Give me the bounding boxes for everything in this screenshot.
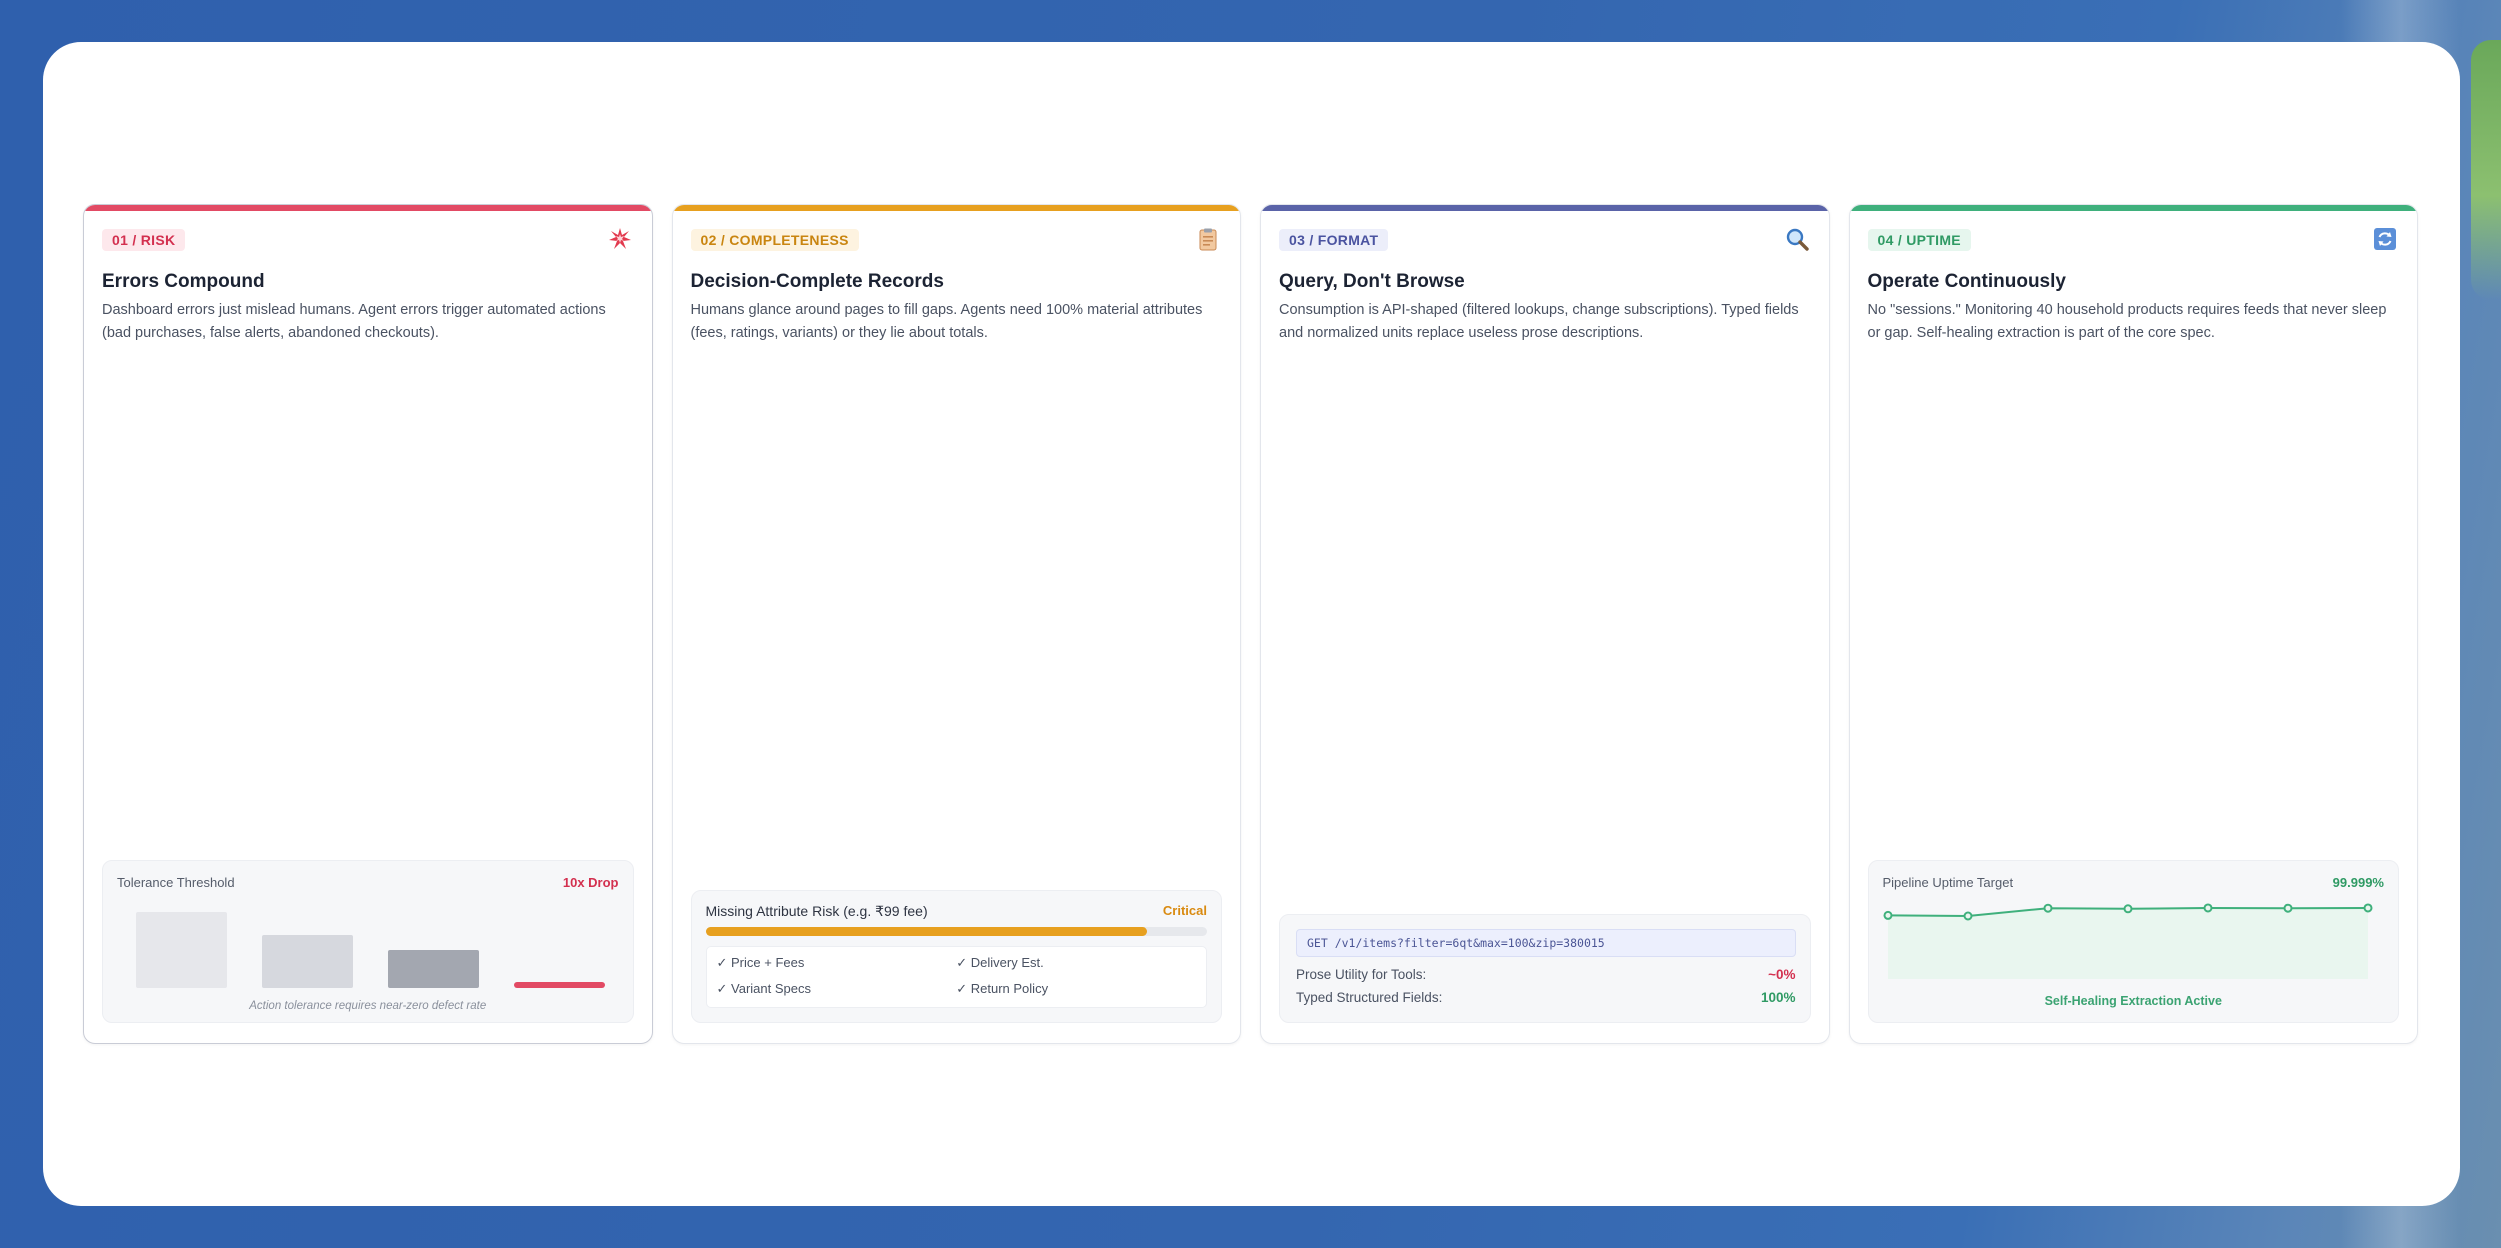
checklist-item: ✓ Delivery Est.: [956, 955, 1044, 970]
card-tag: 04 / UPTIME: [1867, 229, 1971, 251]
card-description: No "sessions." Monitoring 40 household p…: [1867, 302, 2387, 341]
uptime-sparkline: [1883, 903, 2372, 979]
card-description: Humans glance around pages to fill gaps.…: [690, 302, 1203, 341]
widget-value: Critical: [1162, 903, 1207, 918]
checklist-item: ✓ Return Policy: [956, 981, 1049, 996]
clipboard-icon: [1199, 228, 1217, 251]
card-title: Decision-Complete Records: [690, 271, 944, 292]
uptime-area: [1887, 907, 2368, 979]
card-description: Dashboard errors just mislead humans. Ag…: [102, 302, 606, 341]
card-description: Consumption is API-shaped (filtered look…: [1279, 302, 1799, 341]
widget-caption: Self-Healing Extraction Active: [2044, 994, 2222, 1008]
collision-icon: [608, 228, 631, 249]
card-accent-bar: [672, 205, 1240, 211]
risk-progress-fill: [705, 927, 1147, 936]
refresh-icon: [2374, 228, 2396, 250]
uptime-point: [2203, 903, 2212, 913]
uptime-point: [2363, 903, 2372, 913]
tolerance-widget: Tolerance Threshold 10x Drop Action tole…: [102, 860, 634, 1023]
card-uptime: 04 / UPTIME Operate Continuously No "ses…: [1848, 204, 2418, 1044]
missing-attribute-widget: Missing Attribute Risk (e.g. ₹99 fee) Cr…: [690, 890, 1222, 1023]
typed-fields-value: 100%: [1760, 990, 1796, 1005]
card-title: Query, Don't Browse: [1279, 271, 1465, 292]
attribute-checklist: ✓ Price + Fees ✓ Delivery Est. ✓ Variant…: [705, 946, 1207, 1008]
uptime-point: [2043, 903, 2052, 913]
card-title: Errors Compound: [102, 271, 265, 292]
typed-fields-label: Typed Structured Fields:: [1296, 990, 1443, 1005]
tolerance-bar: [136, 912, 227, 988]
tolerance-bar: [262, 935, 353, 988]
content-panel: 01 / RISK Errors Compound Dashboard erro…: [43, 42, 2460, 1206]
card-completeness: 02 / COMPLETENESS Decision-Complete Reco…: [671, 204, 1241, 1044]
risk-progress-track: [705, 927, 1207, 936]
widget-label: Pipeline Uptime Target: [1882, 875, 2014, 890]
card-accent-bar: [1849, 205, 2417, 211]
widget-label: Tolerance Threshold: [117, 875, 235, 890]
widget-caption: Action tolerance requires near-zero defe…: [249, 1000, 487, 1012]
card-accent-bar: [1261, 205, 1829, 211]
uptime-point: [1963, 911, 1972, 921]
background-plant: [2471, 40, 2501, 300]
prose-utility-label: Prose Utility for Tools:: [1296, 967, 1427, 982]
tolerance-bar: [388, 950, 479, 988]
api-query-snippet: GET /v1/items?filter=6qt&max=100&zip=380…: [1296, 929, 1796, 957]
card-grid: 01 / RISK Errors Compound Dashboard erro…: [83, 204, 2418, 1044]
uptime-point: [2283, 903, 2292, 913]
card-tag: 02 / COMPLETENESS: [690, 229, 859, 251]
widget-value: 10x Drop: [562, 875, 619, 890]
checklist-item: ✓ Variant Specs: [716, 981, 811, 996]
card-tag: 03 / FORMAT: [1279, 229, 1389, 251]
card-tag: 01 / RISK: [102, 229, 186, 251]
widget-label: Missing Attribute Risk (e.g. ₹99 fee): [705, 903, 928, 919]
widget-value: 99.999%: [2332, 875, 2384, 890]
uptime-point: [2123, 904, 2132, 914]
uptime-point: [1883, 910, 1892, 920]
card-risk: 01 / RISK Errors Compound Dashboard erro…: [83, 204, 653, 1044]
prose-utility-value: ~0%: [1768, 967, 1796, 982]
checklist-item: ✓ Price + Fees: [716, 955, 805, 970]
card-format: 03 / FORMAT Query, Don't Browse Consumpt…: [1260, 204, 1830, 1044]
tolerance-bar: [514, 982, 605, 988]
card-accent-bar: [84, 205, 652, 211]
uptime-widget: Pipeline Uptime Target 99.999% Self-Heal…: [1867, 860, 2399, 1023]
card-title: Operate Continuously: [1867, 271, 2066, 292]
query-widget: GET /v1/items?filter=6qt&max=100&zip=380…: [1279, 914, 1811, 1023]
magnifier-icon: [1786, 228, 1809, 251]
